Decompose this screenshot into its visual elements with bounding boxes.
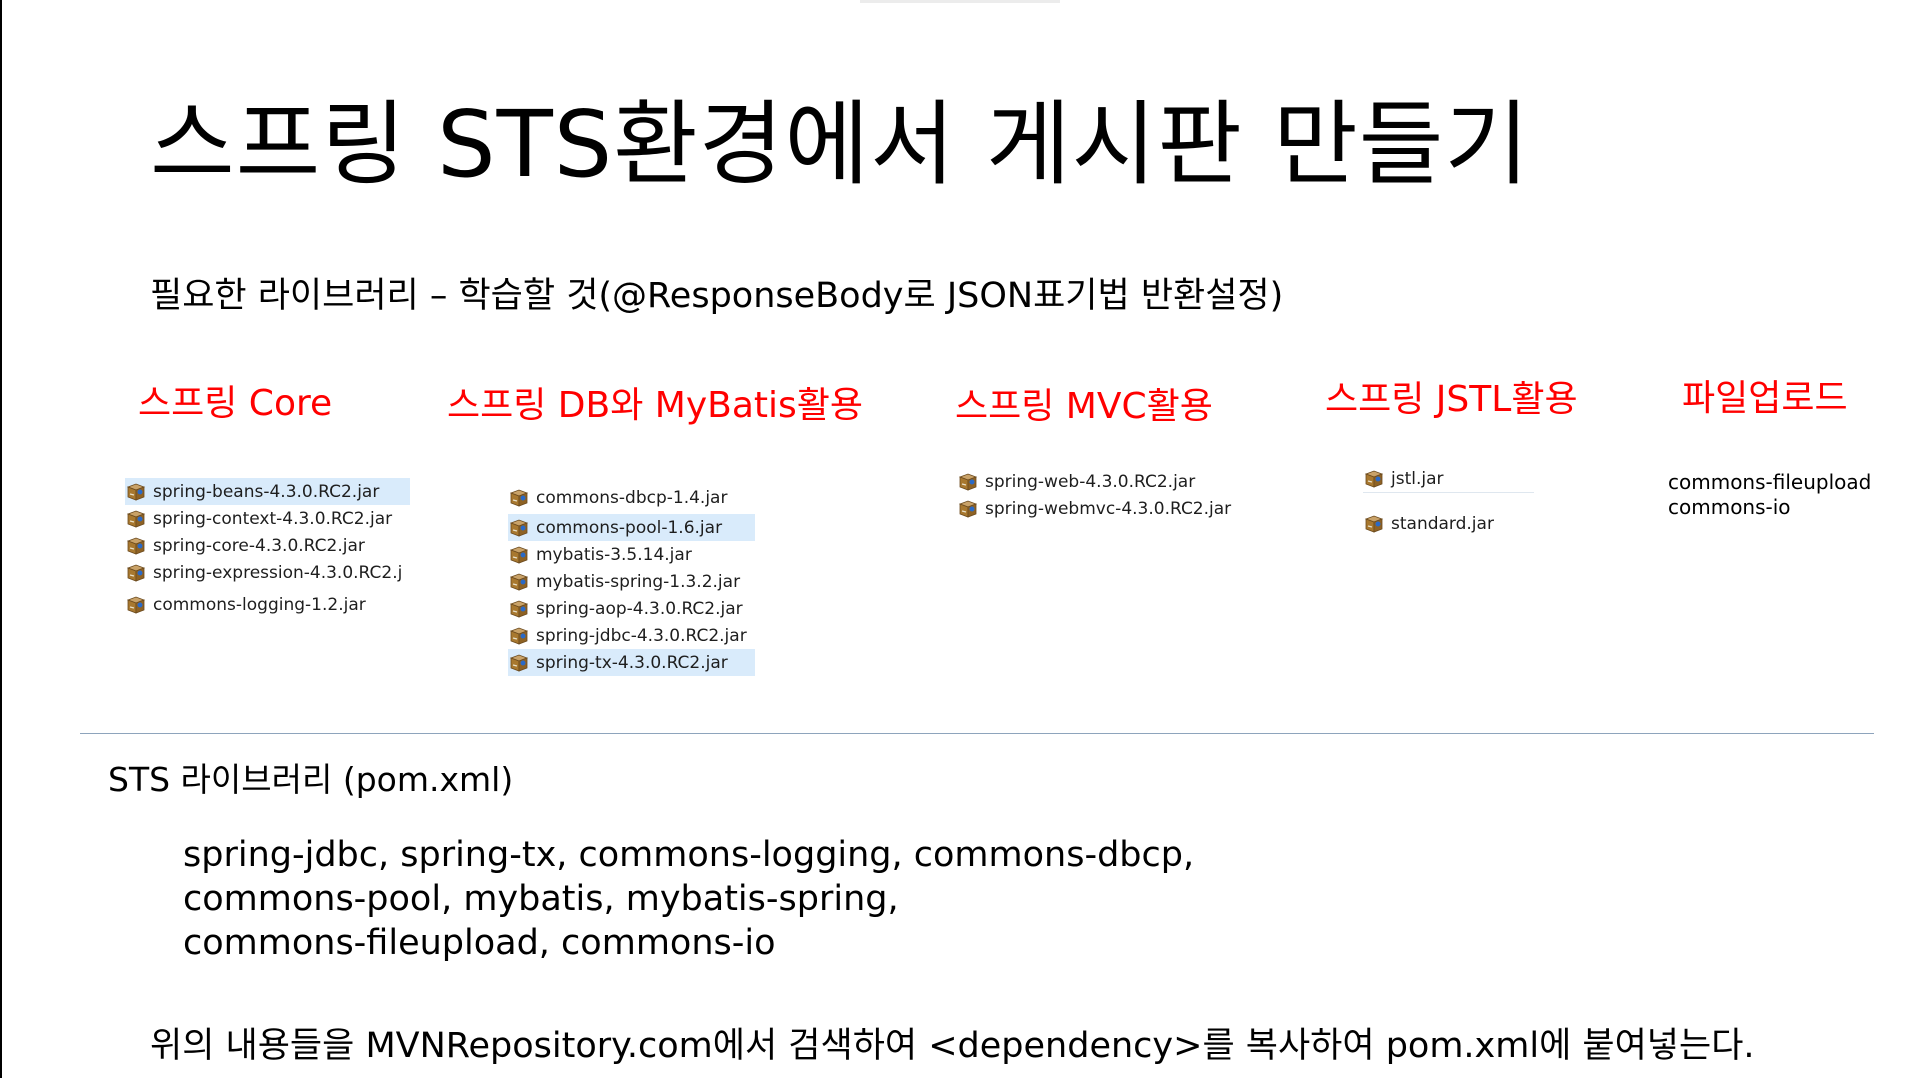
jar-item[interactable]: spring-beans-4.3.0.RC2.jar (125, 478, 411, 505)
jar-name: spring-webmvc-4.3.0.RC2.jar (985, 498, 1232, 519)
category-db-label: 스프링 DB와 MyBatis활용 (447, 385, 864, 426)
db-jar-list: commons-dbcp-1.4.jar commons-pool-1.6.ja… (508, 484, 755, 676)
jar-file-icon (508, 626, 530, 646)
jar-name: spring-jdbc-4.3.0.RC2.jar (536, 625, 747, 646)
jar-name: spring-beans-4.3.0.RC2.jar (153, 481, 380, 502)
slide-subtitle: 필요한 라이브러리 – 학습할 것(@ResponseBody로 JSON표기법… (150, 276, 1284, 316)
jar-file-icon (125, 595, 147, 615)
jar-item[interactable]: commons-logging-1.2.jar (125, 591, 410, 618)
category-upload-label: 파일업로드 (1682, 378, 1848, 419)
section-divider (80, 733, 1874, 734)
jar-name: commons-logging-1.2.jar (153, 594, 366, 615)
jar-name: mybatis-3.5.14.jar (536, 544, 692, 565)
footer-instruction: 위의 내용들을 MVNRepository.com에서 검색하여 <depend… (150, 1026, 1755, 1066)
jar-name: commons-dbcp-1.4.jar (536, 487, 728, 508)
jar-item[interactable]: commons-dbcp-1.4.jar (508, 484, 755, 511)
top-strip (860, 0, 1060, 3)
jar-file-icon (125, 482, 147, 502)
sts-library-line: commons-fileupload, commons-io (183, 923, 776, 963)
jar-item[interactable]: spring-aop-4.3.0.RC2.jar (508, 595, 755, 622)
jar-item[interactable]: commons-pool-1.6.jar (508, 514, 755, 541)
category-jstl-label: 스프링 JSTL활용 (1325, 379, 1578, 420)
jar-item[interactable]: spring-webmvc-4.3.0.RC2.jar (957, 495, 1239, 522)
jar-file-icon (1363, 469, 1385, 489)
jar-file-icon (508, 653, 530, 673)
left-border (0, 0, 2, 1078)
jar-item[interactable]: spring-tx-4.3.0.RC2.jar (508, 649, 755, 676)
jar-name: standard.jar (1391, 513, 1494, 534)
jar-item[interactable]: jstl.jar (1363, 465, 1534, 493)
jar-file-icon (508, 518, 530, 538)
jar-name: spring-web-4.3.0.RC2.jar (985, 471, 1196, 492)
jar-file-icon (508, 572, 530, 592)
sts-library-label: STS 라이브러리 (pom.xml) (108, 760, 514, 799)
jar-name: mybatis-spring-1.3.2.jar (536, 571, 741, 592)
jar-file-icon (125, 536, 147, 556)
jar-file-icon (508, 545, 530, 565)
core-jar-list: spring-beans-4.3.0.RC2.jar spring-contex… (125, 478, 411, 618)
jar-item[interactable]: mybatis-3.5.14.jar (508, 541, 755, 568)
sts-library-line: spring-jdbc, spring-tx, commons-logging,… (183, 835, 1195, 875)
jar-name: spring-aop-4.3.0.RC2.jar (536, 598, 743, 619)
jar-item[interactable]: standard.jar (1363, 510, 1534, 537)
jar-item[interactable]: spring-context-4.3.0.RC2.jar (125, 505, 410, 532)
jar-name: spring-expression-4.3.0.RC2.j (153, 562, 403, 583)
jar-file-icon (508, 488, 530, 508)
jar-file-icon (957, 499, 979, 519)
jar-name: spring-tx-4.3.0.RC2.jar (536, 652, 728, 673)
slide-title: 스프링 STS환경에서 게시판 만들기 (150, 91, 1531, 198)
jstl-jar-list: jstl.jar standard.jar (1363, 465, 1534, 537)
sts-library-lines: spring-jdbc, spring-tx, commons-logging,… (183, 833, 1194, 965)
category-core-label: 스프링 Core (138, 383, 333, 424)
jar-file-icon (1363, 514, 1385, 534)
jar-item[interactable]: spring-jdbc-4.3.0.RC2.jar (508, 622, 755, 649)
sts-library-line: commons-pool, mybatis, mybatis-spring, (183, 879, 899, 919)
jar-file-icon (125, 509, 147, 529)
jar-file-icon (125, 563, 147, 583)
jar-file-icon (957, 472, 979, 492)
jar-item[interactable]: spring-core-4.3.0.RC2.jar (125, 532, 410, 559)
mvc-jar-list: spring-web-4.3.0.RC2.jar spring-webmvc-4… (957, 468, 1240, 522)
category-mvc-label: 스프링 MVC활용 (955, 386, 1213, 427)
jar-item[interactable]: spring-expression-4.3.0.RC2.j (125, 559, 410, 586)
jar-name: jstl.jar (1391, 468, 1444, 489)
lib-name: commons-io (1668, 495, 1791, 519)
jar-item[interactable]: mybatis-spring-1.3.2.jar (508, 568, 755, 595)
jar-item[interactable]: spring-web-4.3.0.RC2.jar (957, 468, 1239, 495)
jar-name: spring-context-4.3.0.RC2.jar (153, 508, 393, 529)
jar-name: spring-core-4.3.0.RC2.jar (153, 535, 365, 556)
jar-name: commons-pool-1.6.jar (536, 517, 723, 538)
jar-file-icon (508, 599, 530, 619)
lib-name: commons-fileupload (1668, 470, 1872, 494)
upload-lib-list: commons-fileupload commons-io (1668, 470, 1871, 520)
